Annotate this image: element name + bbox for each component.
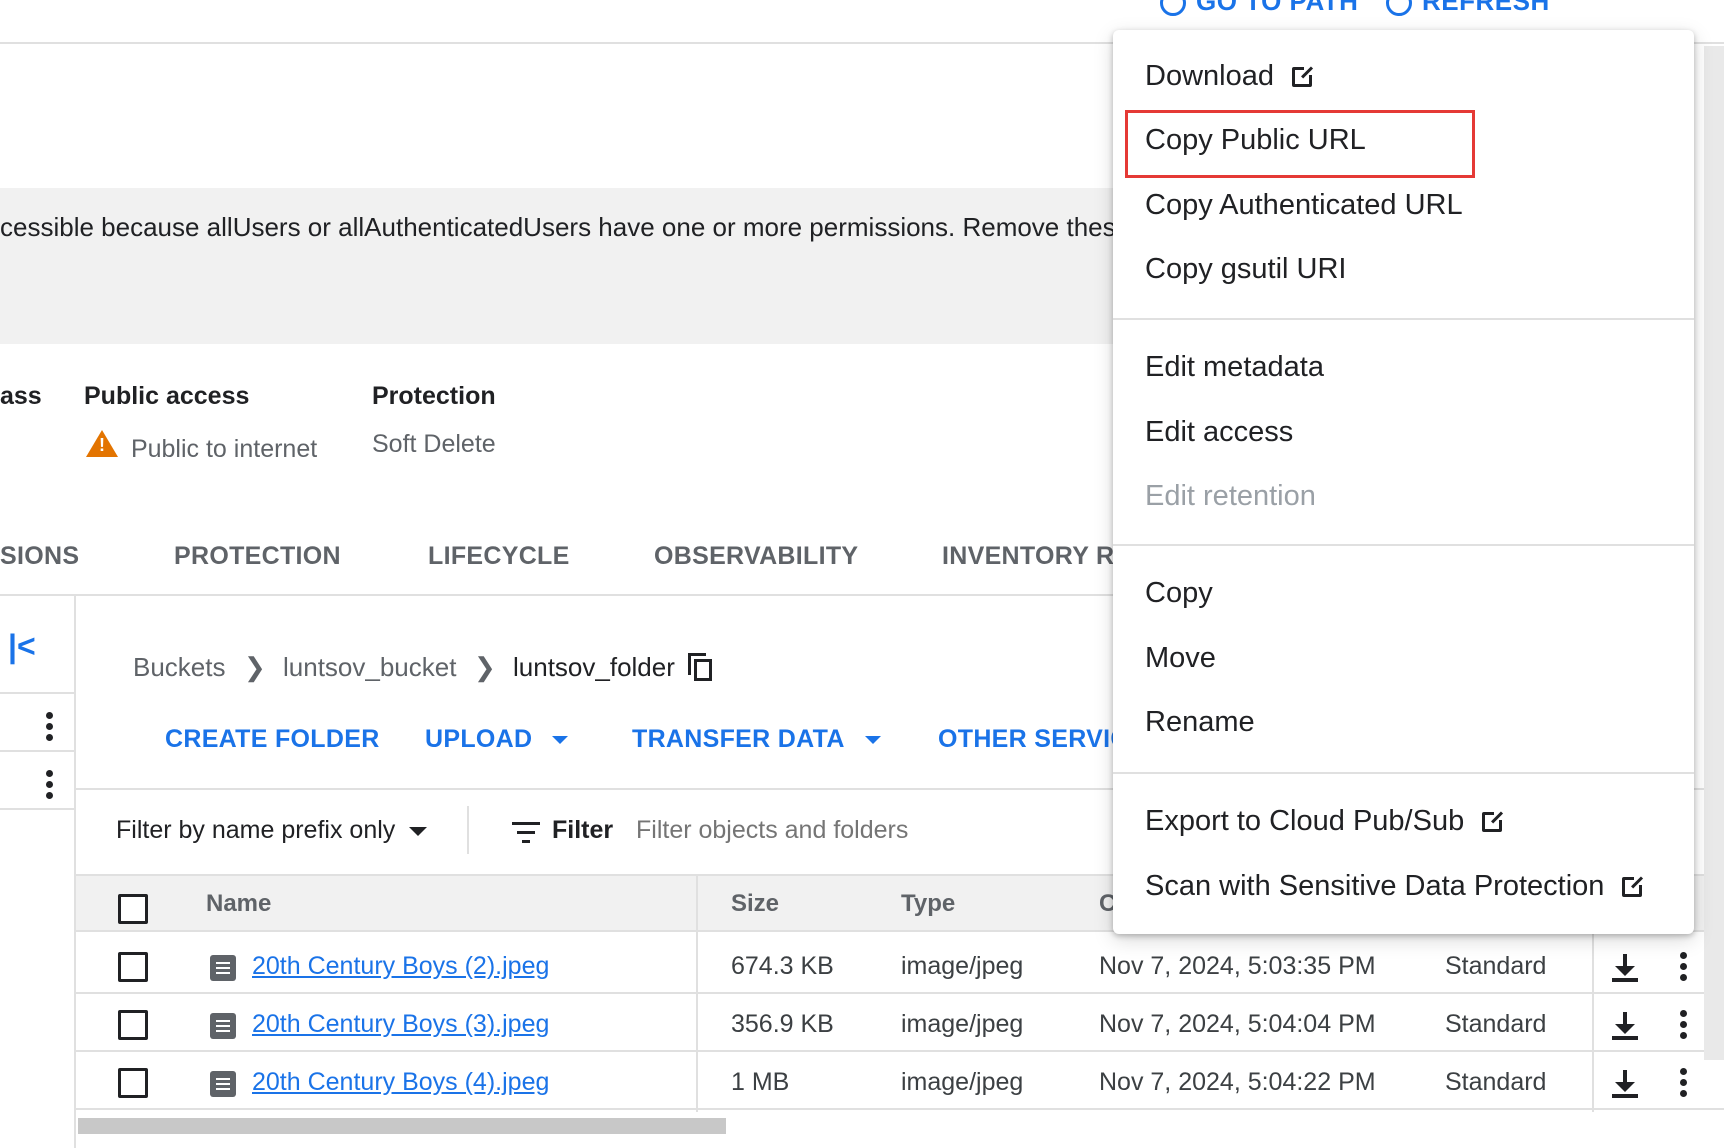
collapse-panel-icon[interactable]: |<	[8, 628, 36, 665]
menu-item-copy-public-url[interactable]: Copy Public URL	[1145, 124, 1366, 157]
file-link[interactable]: 20th Century Boys (4).jpeg	[252, 1068, 549, 1097]
file-created: Nov 7, 2024, 5:03:35 PM	[1099, 952, 1376, 980]
download-icon[interactable]	[1612, 1012, 1638, 1040]
file-link[interactable]: 20th Century Boys (2).jpeg	[252, 952, 549, 981]
transfer-data-button[interactable]: TRANSFER DATA	[632, 725, 881, 754]
file-storage-class: Standard	[1445, 952, 1547, 980]
other-services-button[interactable]: OTHER SERVIC	[938, 725, 1129, 754]
left-row-divider	[0, 750, 74, 752]
row-divider	[76, 992, 1724, 994]
open-in-new-icon	[1622, 875, 1645, 898]
create-folder-button[interactable]: CREATE FOLDER	[165, 725, 380, 754]
menu-item-scan-sdp[interactable]: Scan with Sensitive Data Protection	[1145, 870, 1645, 903]
column-separator	[696, 876, 698, 1112]
filter-mode-dropdown[interactable]: Filter by name prefix only	[116, 816, 428, 845]
menu-item-rename[interactable]: Rename	[1145, 706, 1255, 739]
copy-icon[interactable]	[688, 653, 712, 681]
select-all-checkbox[interactable]	[118, 894, 148, 924]
header-type[interactable]: Type	[901, 890, 955, 918]
refresh-button[interactable]: REFRESH	[1386, 0, 1550, 17]
menu-item-edit-metadata[interactable]: Edit metadata	[1145, 351, 1324, 384]
left-row-divider	[0, 692, 74, 694]
row-divider	[76, 1050, 1724, 1052]
file-size: 356.9 KB	[731, 1010, 834, 1038]
menu-item-edit-access[interactable]: Edit access	[1145, 416, 1293, 449]
row-checkbox[interactable]	[118, 1068, 148, 1098]
open-in-new-icon	[1291, 65, 1314, 88]
breadcrumb-buckets[interactable]: Buckets	[133, 652, 226, 683]
open-in-new-icon	[1482, 810, 1505, 833]
protection-label: Protection	[372, 382, 496, 410]
protection-value: Soft Delete	[372, 430, 496, 458]
dropdown-arrow-icon	[409, 826, 428, 836]
menu-item-export-pubsub[interactable]: Export to Cloud Pub/Sub	[1145, 805, 1505, 838]
chevron-right-icon: ❯	[244, 652, 266, 682]
menu-item-move[interactable]: Move	[1145, 642, 1216, 675]
filter-label: Filter	[552, 816, 614, 844]
header-size[interactable]: Size	[731, 890, 779, 918]
menu-item-copy-authenticated-url[interactable]: Copy Authenticated URL	[1145, 189, 1463, 222]
more-vert-icon[interactable]	[1680, 952, 1688, 985]
upload-button[interactable]: UPLOAD	[425, 725, 569, 754]
tab-inventory-reports[interactable]: INVENTORY RE	[942, 542, 1131, 571]
go-to-path-button[interactable]: GO TO PATH	[1160, 0, 1358, 17]
tabs-divider	[0, 594, 1114, 596]
left-pane-divider	[74, 596, 76, 1148]
left-row-divider	[0, 808, 74, 810]
download-icon[interactable]	[1612, 1070, 1638, 1098]
menu-separator	[1113, 772, 1694, 774]
filter-input[interactable]	[636, 810, 996, 850]
row-divider	[76, 1108, 1724, 1110]
more-vert-icon[interactable]	[1680, 1068, 1688, 1101]
chevron-right-icon: ❯	[474, 652, 496, 682]
file-size: 674.3 KB	[731, 952, 834, 980]
file-icon	[210, 1071, 236, 1097]
vertical-scrollbar[interactable]	[1704, 46, 1724, 1060]
horizontal-scrollbar[interactable]	[78, 1118, 726, 1134]
file-size: 1 MB	[731, 1068, 790, 1096]
row-checkbox[interactable]	[118, 1010, 148, 1040]
filter-list-icon	[512, 822, 540, 844]
menu-item-copy[interactable]: Copy	[1145, 577, 1213, 610]
file-icon	[210, 1013, 236, 1039]
breadcrumb-bucket[interactable]: luntsov_bucket	[283, 652, 456, 683]
file-created: Nov 7, 2024, 5:04:22 PM	[1099, 1068, 1376, 1096]
menu-item-copy-gsutil-uri[interactable]: Copy gsutil URI	[1145, 253, 1346, 286]
more-vert-icon[interactable]	[46, 770, 54, 803]
banner-text: cessible because allUsers or allAuthenti…	[0, 212, 1131, 242]
menu-separator	[1113, 544, 1694, 546]
file-storage-class: Standard	[1445, 1068, 1547, 1096]
filter-separator	[467, 806, 469, 854]
menu-item-download[interactable]: Download	[1145, 60, 1314, 93]
warning-icon	[86, 430, 118, 457]
download-icon[interactable]	[1612, 954, 1638, 982]
file-link[interactable]: 20th Century Boys (3).jpeg	[252, 1010, 549, 1039]
file-type: image/jpeg	[901, 952, 1024, 980]
file-icon	[210, 955, 236, 981]
storage-class-label: ass	[0, 382, 42, 410]
refresh-icon	[1386, 0, 1412, 17]
file-type: image/jpeg	[901, 1010, 1024, 1038]
file-created: Nov 7, 2024, 5:04:04 PM	[1099, 1010, 1376, 1038]
column-separator	[1592, 934, 1594, 1112]
tab-protection[interactable]: PROTECTION	[174, 542, 341, 571]
header-name[interactable]: Name	[206, 890, 271, 918]
dropdown-arrow-icon	[864, 736, 881, 745]
more-vert-icon[interactable]	[1680, 1010, 1688, 1043]
more-vert-icon[interactable]	[46, 712, 54, 745]
tab-permissions[interactable]: SIONS	[0, 542, 79, 571]
path-icon	[1160, 0, 1186, 17]
menu-item-edit-retention: Edit retention	[1145, 480, 1316, 512]
public-access-label: Public access	[84, 382, 250, 410]
menu-separator	[1113, 318, 1694, 320]
row-checkbox[interactable]	[118, 952, 148, 982]
file-storage-class: Standard	[1445, 1010, 1547, 1038]
file-type: image/jpeg	[901, 1068, 1024, 1096]
breadcrumb-folder: luntsov_folder	[513, 652, 675, 682]
dropdown-arrow-icon	[552, 736, 569, 745]
tab-observability[interactable]: OBSERVABILITY	[654, 542, 858, 571]
public-access-value: Public to internet	[86, 430, 317, 464]
object-context-menu: Download Copy Public URL Copy Authentica…	[1113, 30, 1694, 934]
tab-lifecycle[interactable]: LIFECYCLE	[428, 542, 570, 571]
